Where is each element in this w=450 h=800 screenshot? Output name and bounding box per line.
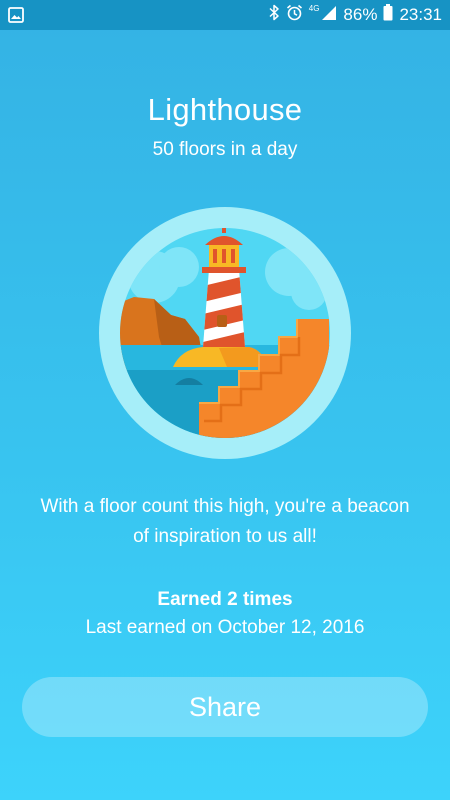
- signal-icon: [321, 5, 337, 26]
- clock: 23:31: [399, 5, 442, 24]
- bluetooth-icon: [268, 4, 280, 26]
- alarm-icon: [286, 4, 303, 26]
- battery-percent: 86%: [343, 5, 378, 24]
- badge-subtitle: 50 floors in a day: [152, 139, 298, 160]
- gallery-icon: [8, 7, 24, 28]
- share-button[interactable]: Share: [22, 677, 428, 737]
- last-earned-date: Last earned on October 12, 2016: [85, 617, 365, 638]
- badge-title: Lighthouse: [147, 92, 303, 127]
- earned-count: Earned 2 times: [157, 589, 293, 610]
- badge-message: With a floor count this high, you're a b…: [40, 496, 410, 547]
- battery-icon: [383, 4, 393, 26]
- lighthouse-badge-icon: [99, 207, 351, 459]
- network-type: 4G: [308, 4, 320, 13]
- status-bar: 4G 86% 23:31: [0, 0, 450, 30]
- status-icons: 4G 86% 23:31: [268, 0, 442, 30]
